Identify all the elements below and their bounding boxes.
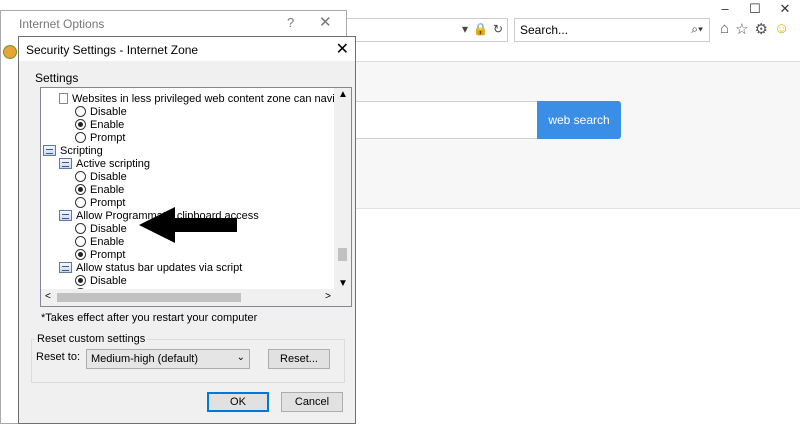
settings-category-icon	[59, 158, 72, 169]
tree-setting: Websites in less privileged web content …	[59, 92, 335, 105]
vertical-scroll-thumb[interactable]	[338, 248, 347, 261]
cancel-button[interactable]: Cancel	[281, 392, 343, 412]
help-button[interactable]: ?	[287, 15, 294, 30]
radio-option[interactable]: Disable	[75, 274, 127, 287]
radio-checked-icon[interactable]	[75, 249, 86, 260]
dialog-close-button[interactable]: ✕	[336, 39, 349, 59]
tree-row-label: Allow status bar updates via script	[76, 261, 243, 274]
web-search-input[interactable]	[345, 101, 537, 139]
radio-checked-icon[interactable]	[75, 275, 86, 286]
dialog-titlebar: Security Settings - Internet Zone ✕	[19, 37, 355, 61]
radio-option[interactable]: Prompt	[75, 196, 125, 209]
favorites-star-icon[interactable]: ☆	[735, 20, 748, 38]
radio-checked-icon[interactable]	[75, 184, 86, 195]
reset-level-value: Medium-high (default)	[91, 353, 198, 365]
address-bar[interactable]: ▾ 🔒 ↻	[340, 18, 508, 42]
radio-option[interactable]: Enable	[75, 118, 124, 131]
smiley-feedback-icon[interactable]: ☺	[774, 20, 789, 38]
maximize-button[interactable]: ☐	[740, 0, 770, 18]
scroll-right-icon[interactable]: >	[325, 291, 331, 302]
tree-row-label: Prompt	[90, 131, 126, 144]
internet-options-title: Internet Options	[19, 17, 105, 31]
browser-window-controls: – ☐ ✕	[710, 0, 800, 18]
tree-row-label: Disable	[90, 222, 127, 235]
scroll-down-icon[interactable]: ▼	[338, 278, 348, 289]
radio-option[interactable]: Prompt	[75, 248, 125, 261]
radio-option[interactable]: Enable	[75, 183, 124, 196]
document-icon	[59, 93, 68, 104]
radio-option[interactable]: Disable	[75, 222, 127, 235]
tree-row-label: Disable	[90, 274, 127, 287]
internet-options-close-button[interactable]: ✕	[319, 13, 332, 31]
tree-row-label: Disable	[90, 170, 127, 183]
reset-button[interactable]: Reset...	[268, 349, 330, 369]
tab-strip	[340, 44, 800, 62]
tree-row-label: Enable	[90, 118, 125, 131]
radio-unchecked-icon[interactable]	[75, 223, 86, 234]
ie-logo-icon	[3, 45, 17, 59]
reset-level-select[interactable]: Medium-high (default) ⌄	[86, 349, 250, 369]
tree-setting: Allow status bar updates via script	[59, 261, 242, 274]
radio-option[interactable]: Prompt	[75, 131, 125, 144]
tree-row-label: Websites in less privileged web content …	[72, 92, 335, 105]
scroll-corner	[334, 289, 351, 306]
radio-unchecked-icon[interactable]	[75, 106, 86, 117]
gear-icon[interactable]: ⚙	[755, 20, 768, 38]
tree-row-label: Prompt	[90, 196, 126, 209]
lock-icon[interactable]: 🔒	[473, 22, 488, 36]
tree-row-label: Enable	[90, 183, 125, 196]
settings-category-icon	[43, 145, 56, 156]
ok-button[interactable]: OK	[207, 392, 269, 412]
scroll-up-icon[interactable]: ▲	[338, 89, 348, 100]
restart-note: *Takes effect after you restart your com…	[41, 312, 258, 324]
radio-option[interactable]: Disable	[75, 105, 127, 118]
horizontal-scroll-thumb[interactable]	[57, 293, 241, 302]
toolbar-icons: ⌂ ☆ ⚙ ☺	[720, 20, 789, 38]
settings-category-icon	[59, 262, 72, 273]
security-settings-dialog: Security Settings - Internet Zone ✕ Sett…	[18, 36, 356, 424]
settings-tree[interactable]: Websites in less privileged web content …	[40, 87, 352, 307]
settings-category-icon	[59, 210, 72, 221]
scroll-left-icon[interactable]: <	[45, 291, 51, 302]
radio-unchecked-icon[interactable]	[75, 197, 86, 208]
radio-unchecked-icon[interactable]	[75, 236, 86, 247]
tree-setting: Scripting	[43, 144, 103, 157]
horizontal-scrollbar[interactable]: < >	[41, 289, 335, 306]
vertical-scrollbar[interactable]: ▲ ▼	[334, 88, 351, 290]
settings-tree-viewport: Websites in less privileged web content …	[41, 88, 335, 290]
radio-unchecked-icon[interactable]	[75, 132, 86, 143]
tree-row-label: Prompt	[90, 248, 126, 261]
minimize-button[interactable]: –	[710, 0, 740, 18]
reset-to-label: Reset to:	[36, 351, 81, 363]
refresh-icon[interactable]: ↻	[493, 22, 503, 36]
radio-unchecked-icon[interactable]	[75, 171, 86, 182]
tree-row-label: Scripting	[60, 144, 103, 157]
chevron-down-icon: ⌄	[236, 352, 245, 363]
radio-checked-icon[interactable]	[75, 119, 86, 130]
settings-label: Settings	[35, 71, 79, 85]
browser-search-box[interactable]: Search... ⌕▾	[514, 18, 710, 42]
home-icon[interactable]: ⌂	[720, 20, 729, 38]
web-search-button[interactable]: web search	[537, 101, 621, 139]
close-button[interactable]: ✕	[770, 0, 800, 18]
tree-setting: Active scripting	[59, 157, 150, 170]
dialog-title: Security Settings - Internet Zone	[26, 43, 199, 57]
reset-group-legend: Reset custom settings	[35, 333, 148, 345]
search-placeholder: Search...	[520, 23, 569, 37]
tree-row-label: Disable	[90, 105, 127, 118]
radio-option[interactable]: Enable	[75, 235, 124, 248]
chevron-down-icon[interactable]: ▾	[462, 22, 468, 36]
tree-row-label: Enable	[90, 235, 125, 248]
black-arrow-annotation	[139, 207, 237, 243]
search-icon[interactable]: ⌕▾	[691, 22, 703, 37]
reset-custom-settings-group: Reset custom settings Reset to: Medium-h…	[31, 333, 345, 383]
radio-option[interactable]: Disable	[75, 170, 127, 183]
tree-row-label: Active scripting	[76, 157, 150, 170]
page-content-lower	[340, 208, 800, 424]
